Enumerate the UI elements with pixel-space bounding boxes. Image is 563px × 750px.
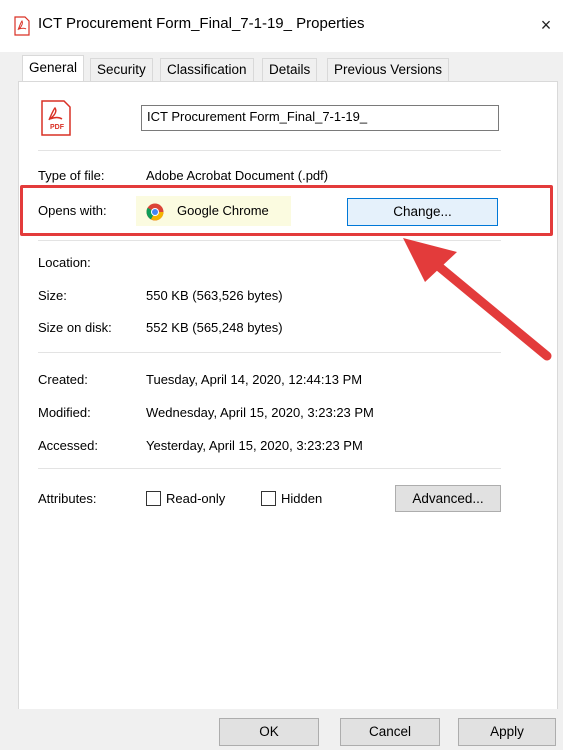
close-button[interactable]: ×	[532, 11, 560, 39]
tab-security[interactable]: Security	[90, 58, 153, 81]
highlight-box	[20, 185, 553, 236]
cancel-button[interactable]: Cancel	[340, 718, 440, 746]
hidden-checkbox[interactable]	[261, 491, 276, 506]
ok-button[interactable]: OK	[219, 718, 319, 746]
hidden-label: Hidden	[281, 491, 323, 506]
window-title: ICT Procurement Form_Final_7-1-19_ Prope…	[38, 15, 365, 32]
size-value: 550 KB (563,526 bytes)	[146, 288, 283, 303]
type-of-file-label: Type of file:	[38, 168, 105, 183]
created-value: Tuesday, April 14, 2020, 12:44:13 PM	[146, 372, 363, 387]
pdf-file-icon	[14, 16, 30, 36]
tab-details[interactable]: Details	[262, 58, 318, 81]
size-on-disk-value: 552 KB (565,248 bytes)	[146, 320, 283, 335]
arrow-annotation-icon	[403, 238, 552, 361]
created-label: Created:	[38, 372, 88, 387]
size-label: Size:	[38, 288, 67, 303]
separator	[38, 150, 501, 151]
modified-label: Modified:	[38, 405, 91, 420]
tab-general[interactable]: General	[22, 55, 85, 83]
separator	[38, 468, 501, 469]
type-of-file-value: Adobe Acrobat Document (.pdf)	[146, 168, 329, 183]
pdf-icon-text: PDF	[50, 124, 64, 131]
file-name-input[interactable]: ICT Procurement Form_Final_7-1-19_	[141, 105, 499, 131]
attributes-label: Attributes:	[38, 491, 97, 506]
accessed-value: Yesterday, April 15, 2020, 3:23:23 PM	[146, 438, 363, 453]
size-on-disk-label: Size on disk:	[38, 320, 112, 335]
modified-value: Wednesday, April 15, 2020, 3:23:23 PM	[146, 405, 374, 420]
read-only-checkbox[interactable]	[146, 491, 161, 506]
tab-classification[interactable]: Classification	[160, 58, 254, 81]
apply-button[interactable]: Apply	[458, 718, 556, 746]
read-only-label: Read-only	[166, 491, 226, 506]
tab-previous-versions[interactable]: Previous Versions	[327, 58, 450, 81]
accessed-label: Accessed:	[38, 438, 98, 453]
pdf-large-icon: PDF	[39, 100, 73, 136]
advanced-button[interactable]: Advanced...	[395, 485, 501, 512]
location-label: Location:	[38, 255, 91, 270]
